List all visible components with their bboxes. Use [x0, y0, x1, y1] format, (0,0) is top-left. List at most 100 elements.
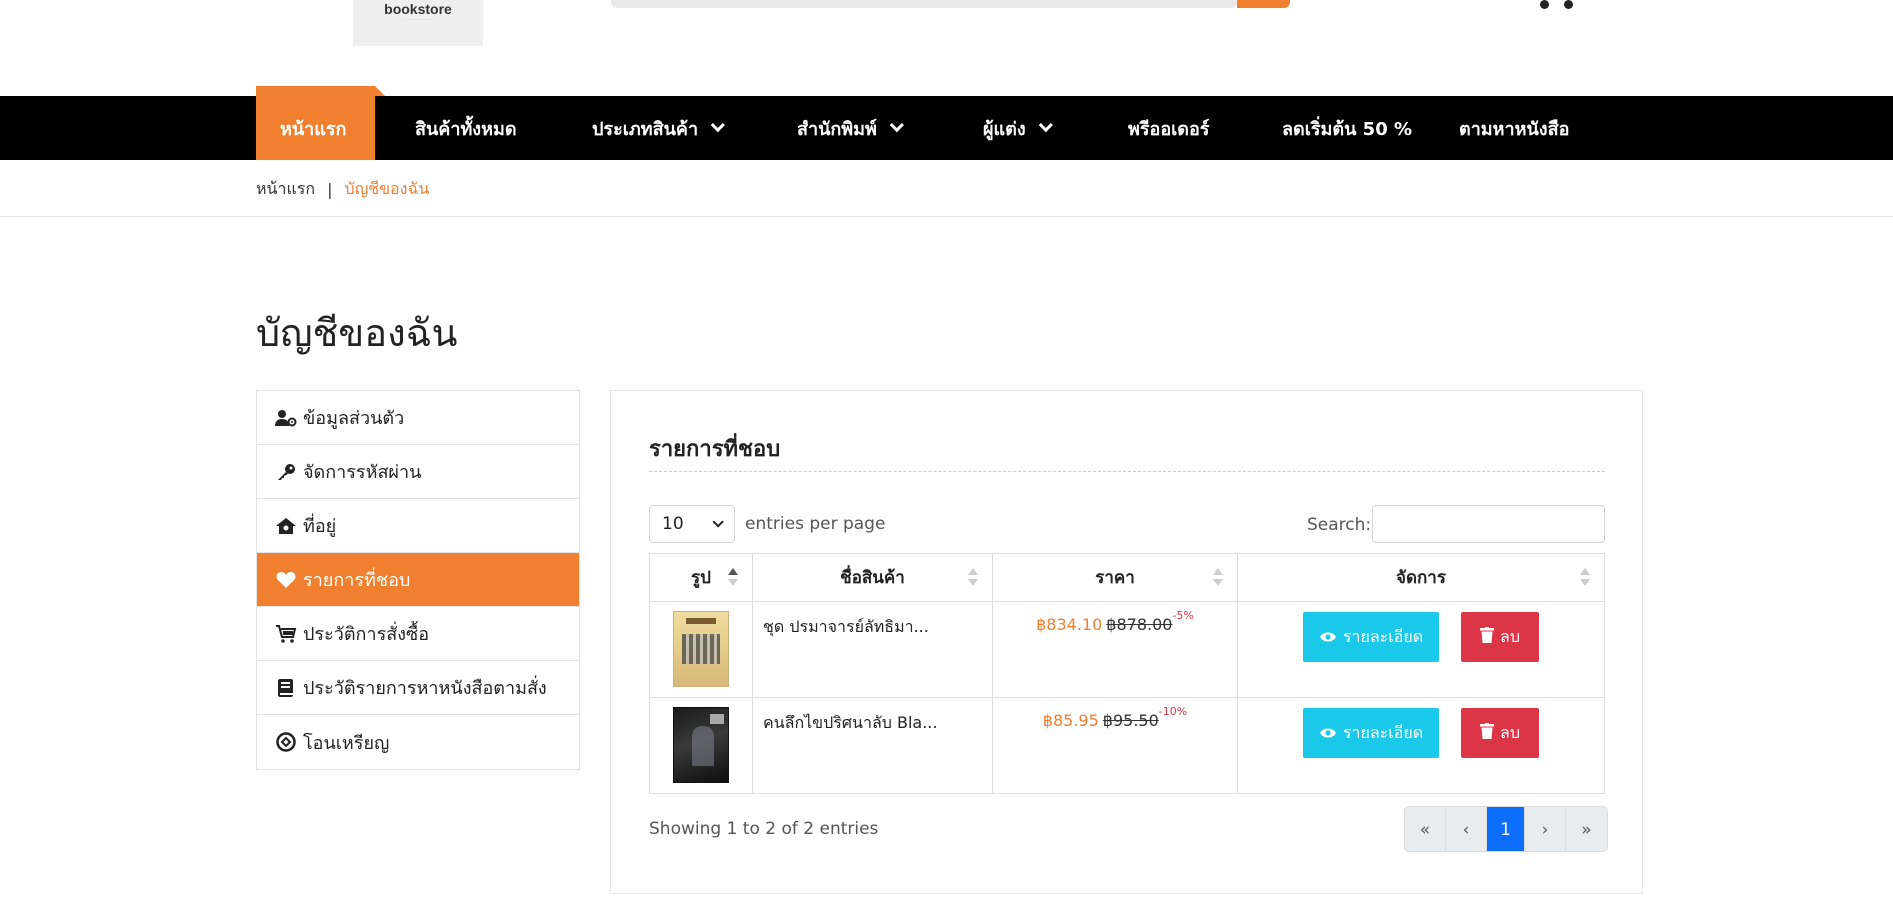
sidebar-item-profile[interactable]: ข้อมูลส่วนตัว	[257, 391, 579, 445]
sidebar-item-wishlist[interactable]: รายการที่ชอบ	[257, 553, 579, 607]
sidebar-item-label: โอนเหรียญ	[303, 732, 390, 754]
sidebar-item-book-requests[interactable]: ประวัติรายการหาหนังสือตามสั่ง	[257, 661, 579, 715]
pagination-prev-button[interactable]: ‹	[1446, 807, 1487, 851]
column-header-name[interactable]: ชื่อสินค้า	[752, 553, 993, 602]
header-icons[interactable]	[1540, 0, 1580, 10]
sidebar-item-label: รายการที่ชอบ	[303, 570, 411, 591]
product-name[interactable]: ชุด ปรมาจารย์ลัทธิมา...	[763, 617, 929, 636]
column-label: ราคา	[1095, 568, 1135, 588]
nav-item-all-products[interactable]: สินค้าทั้งหมด	[415, 96, 517, 160]
nav-item-find-book[interactable]: ตามหาหนังสือ	[1459, 96, 1569, 160]
chevron-down-icon	[712, 516, 724, 528]
panel-title: รายการที่ชอบ	[649, 437, 781, 462]
nav-item-publishers[interactable]: สำนักพิมพ์	[797, 96, 904, 160]
nav-label: ลดเริ่มต้น 50 %	[1282, 118, 1413, 140]
pagination-next-button[interactable]: ›	[1525, 807, 1566, 851]
account-sidebar: ข้อมูลส่วนตัว จัดการรหัสผ่าน ที่อยู่ ราย…	[256, 390, 580, 770]
nav-label: พรีออเดอร์	[1128, 118, 1210, 140]
search-label: Search:	[1307, 515, 1372, 535]
column-header-image[interactable]: รูป	[649, 553, 753, 602]
sidebar-item-label: ข้อมูลส่วนตัว	[303, 408, 405, 429]
pagination-last-button[interactable]: »	[1566, 807, 1607, 851]
entries-control: 10 entries per page	[649, 505, 885, 543]
nav-item-authors[interactable]: ผู้แต่ง	[983, 96, 1053, 160]
delete-button[interactable]: ลบ	[1461, 612, 1539, 662]
button-label: รายละเอียด	[1342, 626, 1424, 646]
user-icon[interactable]	[1540, 0, 1549, 9]
sidebar-item-label: ประวัติรายการหาหนังสือตามสั่ง	[303, 678, 547, 699]
table-search-input[interactable]	[1372, 505, 1605, 543]
pagination: « ‹ 1 › »	[1404, 806, 1608, 852]
nav-label: ประเภทสินค้า	[592, 118, 699, 140]
coin-icon	[275, 732, 297, 752]
discount-badge: -10%	[1158, 705, 1188, 718]
key-icon	[275, 462, 297, 482]
eye-icon	[1319, 724, 1337, 743]
button-label: ลบ	[1500, 626, 1520, 646]
heart-icon	[275, 570, 297, 590]
breadcrumb-home[interactable]: หน้าแรก	[256, 177, 315, 202]
nav-label: สำนักพิมพ์	[797, 118, 877, 140]
product-name[interactable]: คนลึกไขปริศนาลับ Bla...	[763, 713, 937, 732]
column-header-actions[interactable]: จัดการ	[1237, 553, 1605, 602]
column-label: รูป	[691, 568, 711, 588]
sidebar-item-label: จัดการรหัสผ่าน	[303, 462, 422, 483]
table-row: คนลึกไขปริศนาลับ Bla... ฿85.95 ฿95.50-10%…	[649, 697, 1605, 794]
view-details-button[interactable]: รายละเอียด	[1303, 612, 1439, 662]
button-label: ลบ	[1500, 722, 1520, 742]
sidebar-item-transfer-coins[interactable]: โอนเหรียญ	[257, 715, 579, 769]
button-label: รายละเอียด	[1342, 722, 1424, 742]
nav-label: ผู้แต่ง	[983, 118, 1026, 140]
wishlist-panel: รายการที่ชอบ 10 entries per page Search:…	[610, 390, 1643, 894]
nav-item-home[interactable]: หน้าแรก	[280, 96, 346, 160]
nav-item-discount[interactable]: ลดเริ่มต้น 50 %	[1282, 96, 1412, 160]
user-cog-icon	[275, 408, 297, 428]
nav-label: สินค้าทั้งหมด	[415, 118, 517, 140]
logo-text: bookstore	[384, 1, 452, 17]
table-row: ชุด ปรมาจารย์ลัทธิมา... ฿834.10 ฿878.00-5…	[649, 601, 1605, 698]
book-cover-image[interactable]	[673, 611, 729, 687]
price-current: ฿85.95	[1042, 711, 1099, 730]
eye-icon	[1319, 628, 1337, 647]
price-original: ฿95.50	[1102, 711, 1159, 730]
nav-label: ตามหาหนังสือ	[1459, 118, 1570, 140]
header-search-button[interactable]	[1237, 0, 1290, 8]
page-title: บัญชีของฉัน	[256, 311, 458, 355]
site-logo[interactable]: bookstore ·············	[353, 0, 483, 46]
nav-item-preorder[interactable]: พรีออเดอร์	[1128, 96, 1209, 160]
discount-badge: -5%	[1172, 609, 1194, 622]
sort-icon	[968, 568, 978, 588]
sidebar-item-orders[interactable]: ประวัติการสั่งซื้อ	[257, 607, 579, 661]
cart-icon	[275, 624, 297, 644]
sort-icon	[728, 568, 738, 588]
breadcrumb-separator: |	[327, 179, 333, 199]
column-label: ชื่อสินค้า	[840, 568, 905, 588]
sidebar-item-address[interactable]: ที่อยู่	[257, 499, 579, 553]
pagination-page-1[interactable]: 1	[1487, 807, 1525, 851]
breadcrumb-divider	[0, 216, 1893, 217]
cart-icon[interactable]	[1564, 0, 1573, 9]
sidebar-item-label: ประวัติการสั่งซื้อ	[303, 624, 430, 645]
home-icon	[275, 516, 297, 536]
view-details-button[interactable]: รายละเอียด	[1303, 708, 1439, 758]
logo-subtext: ·············	[403, 17, 433, 22]
column-header-price[interactable]: ราคา	[992, 553, 1238, 602]
nav-item-categories[interactable]: ประเภทสินค้า	[592, 96, 725, 160]
entries-per-page-select[interactable]: 10	[649, 505, 735, 543]
nav-label: หน้าแรก	[280, 118, 347, 140]
breadcrumb-current: บัญชีของฉัน	[344, 178, 430, 198]
entries-value: 10	[662, 514, 684, 534]
sort-icon	[1580, 568, 1590, 588]
sidebar-item-password[interactable]: จัดการรหัสผ่าน	[257, 445, 579, 499]
table-info-text: Showing 1 to 2 of 2 entries	[649, 819, 879, 839]
entries-label: entries per page	[745, 514, 886, 534]
column-label: จัดการ	[1396, 568, 1446, 588]
header-search-input[interactable]	[611, 0, 1237, 8]
book-cover-image[interactable]	[673, 707, 729, 783]
trash-icon	[1480, 723, 1495, 743]
pagination-first-button[interactable]: «	[1405, 807, 1446, 851]
price-current: ฿834.10	[1036, 615, 1103, 634]
delete-button[interactable]: ลบ	[1461, 708, 1539, 758]
price-original: ฿878.00	[1106, 615, 1173, 634]
panel-divider	[649, 471, 1605, 472]
